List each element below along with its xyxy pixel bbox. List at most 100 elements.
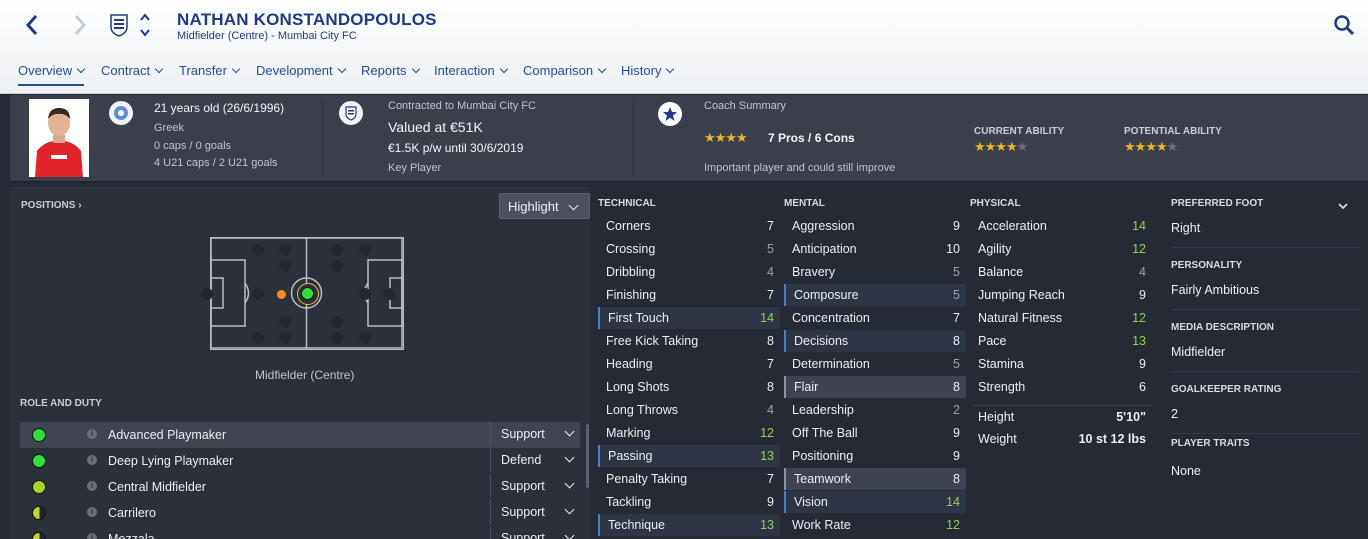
attribute-row[interactable]: Finishing 7 <box>598 284 780 306</box>
attribute-row[interactable]: Tackling 9 <box>598 491 780 513</box>
attribute-row[interactable]: Work Rate 12 <box>784 514 966 536</box>
position-slot[interactable] <box>359 288 371 300</box>
tab-overview[interactable]: Overview <box>18 60 86 86</box>
attribute-row[interactable]: Long Shots 8 <box>598 376 780 398</box>
role-row[interactable]: i Deep Lying Playmaker Defend <box>20 448 580 474</box>
info-icon[interactable]: i <box>87 507 97 517</box>
star-badge-icon[interactable] <box>658 102 682 126</box>
attribute-row[interactable]: Crossing 5 <box>598 238 780 260</box>
tab-contract[interactable]: Contract <box>101 60 164 86</box>
forward-button[interactable] <box>68 12 92 38</box>
attribute-row[interactable]: Natural Fitness 12 <box>970 307 1152 329</box>
position-slot[interactable] <box>331 244 343 256</box>
star-icon: ★ <box>1145 139 1157 154</box>
info-icon[interactable]: i <box>87 455 97 465</box>
secondary-position-dot[interactable] <box>277 290 286 299</box>
position-slot[interactable] <box>252 288 264 300</box>
position-slot[interactable] <box>359 332 371 344</box>
attribute-row[interactable]: Passing 13 <box>598 445 780 467</box>
club-crest-icon[interactable] <box>109 13 129 37</box>
attribute-row[interactable]: Technique 13 <box>598 514 780 536</box>
attribute-row[interactable]: Positioning 9 <box>784 445 966 467</box>
duty-dropdown[interactable]: Defend <box>490 448 586 472</box>
role-row[interactable]: i Carrilero Support <box>20 500 580 526</box>
pros-cons[interactable]: 7 Pros / 6 Cons <box>768 131 855 145</box>
position-slot[interactable] <box>252 332 264 344</box>
tab-development[interactable]: Development <box>256 60 346 86</box>
position-slot[interactable] <box>383 288 395 300</box>
attribute-row[interactable]: Dribbling 4 <box>598 261 780 283</box>
info-icon[interactable]: i <box>87 429 97 439</box>
attribute-row[interactable]: Stamina 9 <box>970 353 1152 375</box>
nationality-icon[interactable] <box>109 101 133 125</box>
attribute-row[interactable]: Flair 8 <box>784 376 966 398</box>
current-ability-label: CURRENT ABILITY <box>974 126 1065 137</box>
position-slot[interactable] <box>201 288 213 300</box>
scrollbar[interactable] <box>586 424 589 488</box>
position-slot[interactable] <box>279 260 291 272</box>
tab-interaction[interactable]: Interaction <box>434 60 508 86</box>
attribute-row[interactable]: Acceleration 14 <box>970 215 1152 237</box>
player-nationality[interactable]: Greek <box>154 122 184 134</box>
role-name: Central Midfielder <box>108 480 206 494</box>
attribute-row[interactable]: Free Kick Taking 8 <box>598 330 780 352</box>
attribute-row[interactable]: Penalty Taking 7 <box>598 468 780 490</box>
attribute-row[interactable]: Pace 13 <box>970 330 1152 352</box>
positions-title[interactable]: POSITIONS › <box>21 200 82 211</box>
info-icon[interactable]: i <box>87 481 97 491</box>
attribute-row[interactable]: Bravery 5 <box>784 261 966 283</box>
attribute-row[interactable]: Aggression 9 <box>784 215 966 237</box>
attribute-name: Finishing <box>606 288 657 302</box>
contract-label[interactable]: Contracted to Mumbai City FC <box>388 100 536 112</box>
position-slot[interactable] <box>252 244 264 256</box>
role-row[interactable]: i Mezzala Support <box>20 526 580 539</box>
position-slot[interactable] <box>331 332 343 344</box>
attribute-row[interactable]: Anticipation 10 <box>784 238 966 260</box>
role-row[interactable]: i Advanced Playmaker Support <box>20 422 580 448</box>
position-slot[interactable] <box>331 316 343 328</box>
attribute-row[interactable]: Leadership 2 <box>784 399 966 421</box>
tab-transfer[interactable]: Transfer <box>179 60 241 86</box>
attribute-row[interactable]: Strength 6 <box>970 376 1152 398</box>
attribute-row[interactable]: Balance 4 <box>970 261 1152 283</box>
highlight-dropdown[interactable]: Highlight <box>499 193 590 219</box>
chevron-down-icon[interactable] <box>1337 202 1349 212</box>
position-slot[interactable] <box>279 332 291 344</box>
attribute-row[interactable]: Determination 5 <box>784 353 966 375</box>
attribute-row[interactable]: Agility 12 <box>970 238 1152 260</box>
duty-dropdown[interactable]: Support <box>490 500 586 524</box>
attribute-row[interactable]: Decisions 8 <box>784 330 966 352</box>
tab-comparison[interactable]: Comparison <box>523 60 607 86</box>
attribute-row[interactable]: Teamwork 8 <box>784 468 966 490</box>
position-slot[interactable] <box>331 260 343 272</box>
attribute-row[interactable]: Corners 7 <box>598 215 780 237</box>
duty-dropdown[interactable]: Support <box>490 474 586 498</box>
player-subtitle[interactable]: Midfielder (Centre) - Mumbai City FC <box>177 30 357 42</box>
back-button[interactable] <box>20 12 44 38</box>
duty-dropdown[interactable]: Support <box>490 526 586 539</box>
tab-reports[interactable]: Reports <box>361 60 420 86</box>
attribute-row[interactable]: Concentration 7 <box>784 307 966 329</box>
divider <box>322 101 323 176</box>
duty-dropdown[interactable]: Support <box>490 422 586 446</box>
search-icon[interactable] <box>1333 14 1355 36</box>
attribute-row[interactable]: Marking 12 <box>598 422 780 444</box>
position-slot[interactable] <box>279 316 291 328</box>
attribute-row[interactable]: Long Throws 4 <box>598 399 780 421</box>
attribute-name: Penalty Taking <box>606 472 688 486</box>
info-icon[interactable]: i <box>87 533 97 539</box>
position-slot[interactable] <box>359 244 371 256</box>
attribute-row[interactable]: First Touch 14 <box>598 307 780 329</box>
player-switch-arrows[interactable] <box>137 11 153 39</box>
tab-history[interactable]: History <box>621 60 675 86</box>
position-slot[interactable] <box>279 244 291 256</box>
primary-position-ring[interactable] <box>297 283 319 305</box>
attribute-row[interactable]: Jumping Reach 9 <box>970 284 1152 306</box>
role-row[interactable]: i Central Midfielder Support <box>20 474 580 500</box>
attribute-row[interactable]: Off The Ball 9 <box>784 422 966 444</box>
attribute-row[interactable]: Composure 5 <box>784 284 966 306</box>
club-badge-icon[interactable] <box>339 101 363 125</box>
attribute-name: Balance <box>978 265 1024 279</box>
attribute-row[interactable]: Heading 7 <box>598 353 780 375</box>
attribute-row[interactable]: Vision 14 <box>784 491 966 513</box>
